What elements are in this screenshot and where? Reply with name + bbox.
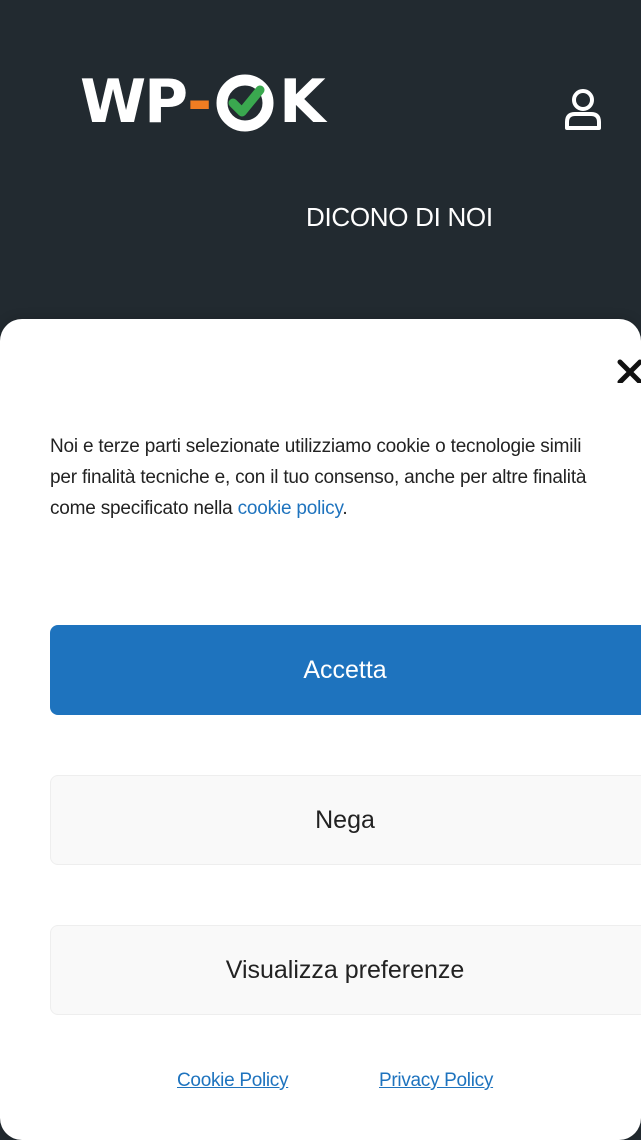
consent-message-suffix: .: [342, 498, 348, 519]
privacy-policy-link[interactable]: Privacy Policy: [379, 1070, 493, 1092]
site-logo[interactable]: WP - K: [80, 62, 326, 142]
logo-text-k: K: [279, 67, 325, 137]
consent-message: Noi e terze parti selezionate utilizziam…: [50, 431, 610, 524]
deny-button[interactable]: Nega: [50, 775, 641, 865]
screen: WP - K DICONO DI NOI Noi e terze parti s…: [0, 0, 641, 1140]
logo-check-icon: [216, 74, 274, 132]
view-preferences-button[interactable]: Visualizza preferenze: [50, 925, 641, 1015]
policy-links: Cookie Policy Privacy Policy: [0, 1070, 641, 1100]
close-icon: [617, 359, 641, 383]
cookie-policy-inline-link[interactable]: cookie policy: [238, 498, 343, 519]
account-button[interactable]: [552, 80, 614, 140]
logo-dash: -: [187, 67, 212, 137]
logo-text-wp: WP: [80, 67, 188, 137]
user-icon: [565, 89, 601, 130]
accept-button[interactable]: Accetta: [50, 625, 641, 715]
cookie-policy-link[interactable]: Cookie Policy: [177, 1070, 289, 1092]
close-button[interactable]: [611, 350, 641, 390]
nav-item-dicono-di-noi[interactable]: DICONO DI NOI: [306, 202, 493, 233]
